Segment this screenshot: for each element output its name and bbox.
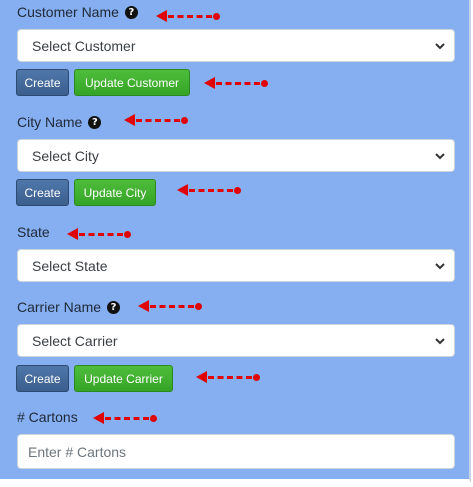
customer-select-value: Select Customer xyxy=(32,37,136,54)
city-select-value: Select City xyxy=(32,147,99,164)
annotation-arrow-icon xyxy=(93,411,157,425)
create-city-button[interactable]: Create xyxy=(16,179,69,206)
state-select-value: Select State xyxy=(32,257,108,274)
carrier-select[interactable]: Select Carrier xyxy=(17,324,455,357)
annotation-arrow-icon xyxy=(196,370,260,384)
chevron-down-icon xyxy=(435,337,445,344)
cartons-label: # Cartons xyxy=(17,409,78,425)
state-label-text: State xyxy=(17,224,50,240)
city-name-label-text: City Name xyxy=(17,114,83,130)
question-circle-icon[interactable]: ? xyxy=(107,300,121,314)
update-carrier-button[interactable]: Update Carrier xyxy=(74,365,173,392)
customer-name-label: Customer Name ? xyxy=(17,4,138,20)
chevron-down-icon xyxy=(435,152,445,159)
carrier-select-value: Select Carrier xyxy=(32,332,118,349)
carrier-name-label: Carrier Name ? xyxy=(17,299,121,315)
state-label: State xyxy=(17,224,50,240)
customer-select[interactable]: Select Customer xyxy=(17,29,455,62)
update-customer-button[interactable]: Update Customer xyxy=(74,69,190,96)
cartons-placeholder: Enter # Cartons xyxy=(28,443,127,460)
chevron-down-icon xyxy=(435,42,445,49)
create-customer-button[interactable]: Create xyxy=(16,69,69,96)
customer-name-label-text: Customer Name xyxy=(17,4,119,20)
cartons-label-text: # Cartons xyxy=(17,409,78,425)
state-select[interactable]: Select State xyxy=(17,249,455,282)
city-select[interactable]: Select City xyxy=(17,139,455,172)
annotation-arrow-icon xyxy=(156,9,220,23)
question-circle-icon[interactable]: ? xyxy=(88,115,102,129)
annotation-arrow-icon xyxy=(124,113,188,127)
carrier-name-label-text: Carrier Name xyxy=(17,299,102,315)
annotation-arrow-icon xyxy=(177,183,241,197)
form-panel: Customer Name ? Select Customer Create U… xyxy=(0,0,471,483)
annotation-arrow-icon xyxy=(67,227,131,241)
update-city-button[interactable]: Update City xyxy=(74,179,156,206)
cartons-input[interactable]: Enter # Cartons xyxy=(17,434,455,469)
city-name-label: City Name ? xyxy=(17,114,102,130)
annotation-arrow-icon xyxy=(204,76,268,90)
chevron-down-icon xyxy=(435,262,445,269)
create-carrier-button[interactable]: Create xyxy=(16,365,69,392)
annotation-arrow-icon xyxy=(138,299,202,313)
question-circle-icon[interactable]: ? xyxy=(124,5,138,19)
